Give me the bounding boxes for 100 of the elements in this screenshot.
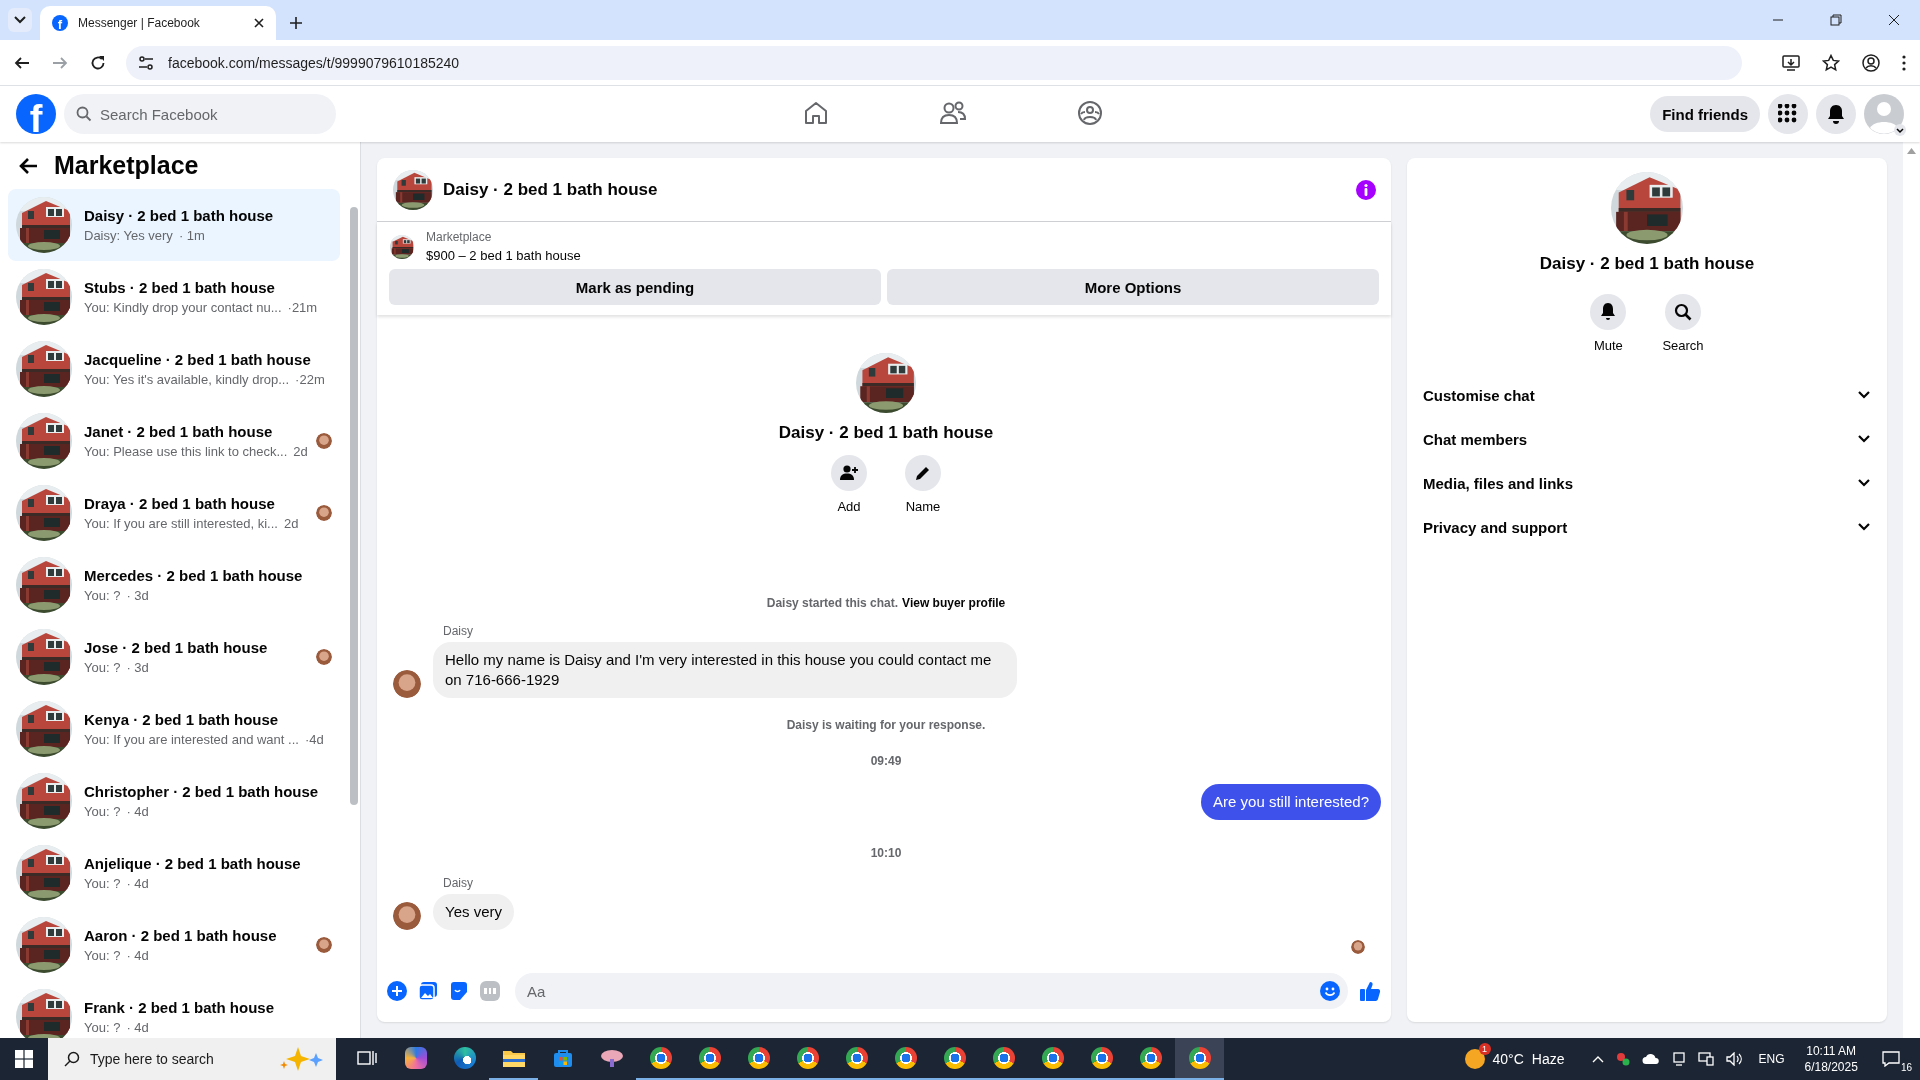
avatar xyxy=(316,649,332,665)
message-field[interactable]: Aa xyxy=(515,973,1348,1009)
buyer-profile-link[interactable]: View buyer profile xyxy=(902,596,1006,610)
back-icon[interactable] xyxy=(14,54,30,71)
notification-icon xyxy=(1881,1051,1900,1067)
store-icon xyxy=(552,1048,573,1068)
find-friends-button[interactable]: Find friends xyxy=(1650,96,1760,132)
browser-tab[interactable]: f Messenger | Facebook xyxy=(40,6,276,40)
section-header[interactable]: Customise chat xyxy=(1423,373,1871,417)
sticker-icon[interactable] xyxy=(449,981,469,1001)
notification-count: 16 xyxy=(1900,1062,1912,1073)
tray-app-icon[interactable] xyxy=(1616,1051,1631,1067)
listing-title[interactable]: $900 – 2 bed 1 bath house xyxy=(426,248,581,263)
taskbar-app[interactable] xyxy=(1175,1038,1224,1080)
star-icon[interactable] xyxy=(1822,53,1840,72)
section-header[interactable]: Privacy and support xyxy=(1423,505,1871,549)
language-indicator[interactable]: ENG xyxy=(1758,1052,1785,1066)
copilot-icon xyxy=(404,1047,427,1069)
conversation-item[interactable]: Jacqueline · 2 bed 1 bath house You: Yes it's available, kindly drop... ·22m xyxy=(8,333,340,405)
message-preview: You: ? xyxy=(84,1020,121,1035)
sidebar-title: Marketplace xyxy=(54,151,199,180)
conversation-item[interactable]: Mercedes · 2 bed 1 bath house You: ? · 3d xyxy=(8,549,340,621)
sender-name: Daisy xyxy=(443,624,474,638)
action-button[interactable] xyxy=(1590,294,1627,330)
forward-icon[interactable] xyxy=(52,54,68,71)
folder-icon xyxy=(502,1049,525,1067)
site-info-icon[interactable] xyxy=(138,55,154,70)
new-tab-icon[interactable] xyxy=(290,17,302,29)
back-icon[interactable] xyxy=(18,156,38,175)
menu-icon[interactable] xyxy=(1902,54,1906,71)
conversation-item[interactable]: Jose · 2 bed 1 bath house You: ? · 3d xyxy=(8,621,340,693)
network-icon[interactable] xyxy=(1698,1052,1715,1066)
conversation-item[interactable]: Stubs · 2 bed 1 bath house You: Kindly drop your contact nu... ·21m xyxy=(8,261,340,333)
cloud-icon[interactable] xyxy=(1642,1053,1661,1065)
device-icon[interactable] xyxy=(1672,1052,1687,1066)
tab-list-button[interactable] xyxy=(8,8,32,32)
conversation-item[interactable]: Kenya · 2 bed 1 bath house You: If you are interested and want ... ·4d xyxy=(8,693,340,765)
notifications-button[interactable] xyxy=(1816,94,1856,134)
conversation-title: Aaron · 2 bed 1 bath house xyxy=(84,927,278,944)
action-button[interactable] xyxy=(905,455,941,491)
install-icon[interactable] xyxy=(1782,54,1800,71)
facebook-logo[interactable]: f xyxy=(16,94,56,134)
section-header[interactable]: Chat members xyxy=(1423,417,1871,461)
timestamp: 10:10 xyxy=(869,846,903,860)
chrome-icon xyxy=(894,1047,917,1069)
message-preview: You: ? xyxy=(84,804,121,819)
info-icon[interactable] xyxy=(1355,178,1377,201)
chat-title[interactable]: Daisy · 2 bed 1 bath house xyxy=(443,179,1345,200)
conversation-item[interactable]: Christopher · 2 bed 1 bath house You: ? · 4d xyxy=(8,765,340,837)
thumbs-up-icon[interactable] xyxy=(1359,980,1381,1002)
groups-icon xyxy=(1077,99,1103,126)
edge-icon xyxy=(453,1047,476,1069)
listing-button[interactable]: Mark as pending xyxy=(389,269,881,305)
clock-date: 6/18/2025 xyxy=(1804,1059,1858,1075)
home-icon xyxy=(803,99,829,126)
scrollbar[interactable] xyxy=(350,207,358,805)
conversation-item[interactable]: Draya · 2 bed 1 bath house You: If you are still interested, ki... 2d xyxy=(8,477,340,549)
listing-button[interactable]: More Options xyxy=(887,269,1379,305)
chrome-icon xyxy=(796,1047,819,1069)
speaker-icon[interactable] xyxy=(1726,1052,1743,1066)
clock[interactable]: 10:11 AM 6/18/2025 xyxy=(1804,1043,1858,1075)
chrome-icon xyxy=(747,1047,770,1069)
menu-button[interactable] xyxy=(1768,94,1808,134)
chevron-up-icon[interactable] xyxy=(1592,1055,1605,1063)
chrome-icon xyxy=(649,1047,672,1069)
windows-icon[interactable] xyxy=(15,1050,33,1068)
conversation-item[interactable]: Janet · 2 bed 1 bath house You: Please use this link to check... 2d xyxy=(8,405,340,477)
system-message: Daisy started this chat. View buyer profile xyxy=(765,596,1007,610)
conversation-title: Jose · 2 bed 1 bath house xyxy=(84,639,269,656)
message-time: · 4d xyxy=(126,1020,149,1035)
action-label: Add xyxy=(837,499,861,514)
url-text: facebook.com/messages/t/9999079610185240 xyxy=(168,54,460,71)
chat-name: Daisy · 2 bed 1 bath house xyxy=(1539,254,1755,274)
action-button[interactable] xyxy=(831,455,867,491)
conversation-item[interactable]: Aaron · 2 bed 1 bath house You: ? · 4d xyxy=(8,909,340,981)
timestamp: 09:49 xyxy=(869,754,903,768)
favicon-icon: f xyxy=(52,15,68,31)
address-bar[interactable]: facebook.com/messages/t/9999079610185240 xyxy=(126,45,1742,80)
weather-condition: Haze xyxy=(1531,1051,1565,1067)
search-field[interactable]: Search Facebook xyxy=(64,94,336,134)
emoji-icon[interactable] xyxy=(1320,981,1340,1001)
conversation-item[interactable]: Daisy · 2 bed 1 bath house Daisy: Yes very · 1m xyxy=(8,189,340,261)
conversation-title: Anjelique · 2 bed 1 bath house xyxy=(84,855,302,872)
image-icon[interactable] xyxy=(418,981,438,1001)
scroll-up-icon[interactable] xyxy=(1907,148,1916,154)
profile-icon[interactable] xyxy=(1862,53,1880,72)
temperature: 40°C xyxy=(1492,1051,1524,1067)
reload-icon[interactable] xyxy=(90,54,106,71)
section-header[interactable]: Media, files and links xyxy=(1423,461,1871,505)
close-icon[interactable] xyxy=(254,18,264,28)
message-time: · 1m xyxy=(178,228,205,243)
taskbar-search-field[interactable]: Type here to search xyxy=(48,1038,336,1080)
conversation-item[interactable]: Anjelique · 2 bed 1 bath house You: ? · 4d xyxy=(8,837,340,909)
message-time: · 4d xyxy=(126,804,149,819)
message-preview: You: Yes it's available, kindly drop... xyxy=(84,372,290,387)
message-preview: You: If you are still interested, ki... xyxy=(84,516,278,531)
plus-icon[interactable] xyxy=(387,981,407,1001)
message-time: 2d xyxy=(283,516,299,531)
listing-label: Marketplace xyxy=(426,230,493,244)
action-button[interactable] xyxy=(1665,294,1701,330)
